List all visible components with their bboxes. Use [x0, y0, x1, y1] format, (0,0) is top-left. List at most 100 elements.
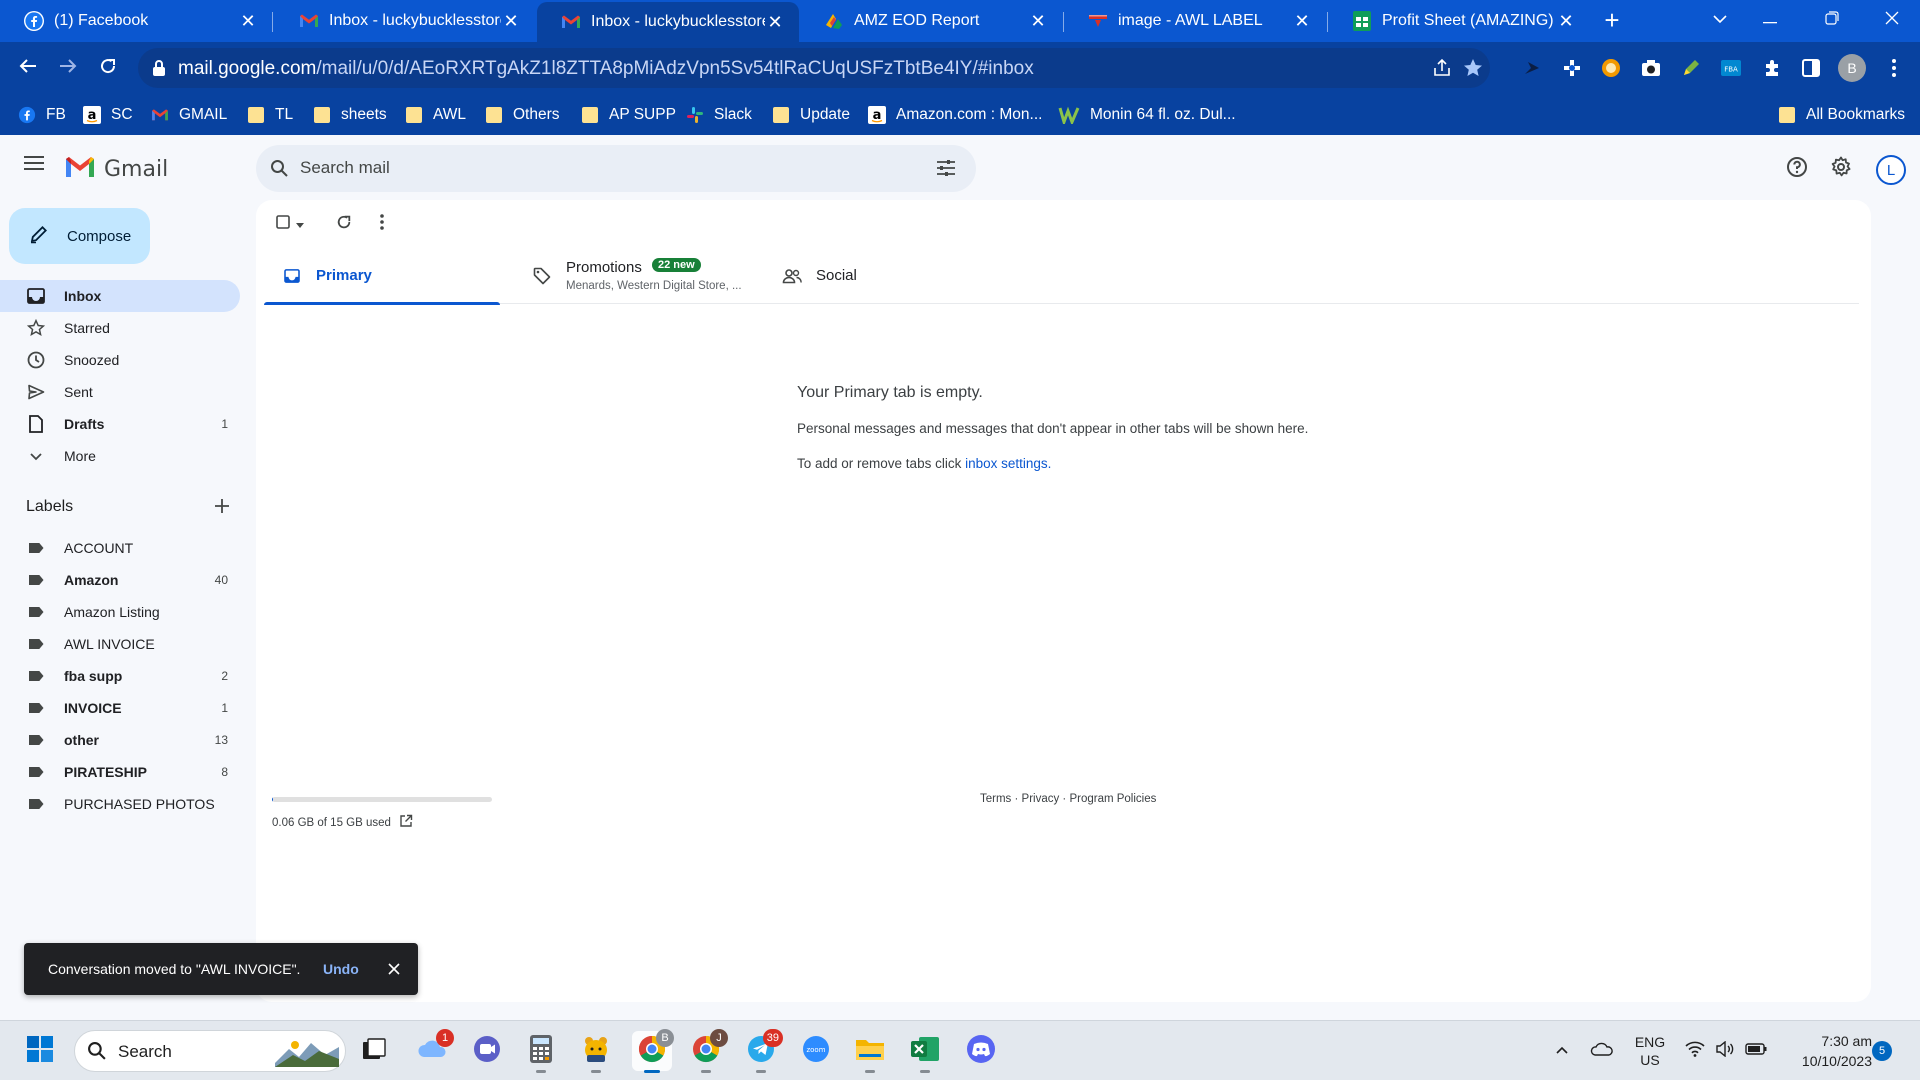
select-all-checkbox[interactable]	[272, 212, 308, 236]
close-icon[interactable]: ✕	[765, 12, 785, 32]
taskbar-excel[interactable]	[905, 1031, 945, 1073]
taskbar-calculator[interactable]	[521, 1031, 561, 1073]
search-bar[interactable]: Search mail	[256, 145, 976, 192]
footer-links[interactable]: Terms · Privacy · Program Policies	[980, 793, 1156, 805]
settings-button[interactable]	[1826, 154, 1856, 184]
taskbar-meet[interactable]	[467, 1031, 507, 1071]
nav-drafts[interactable]: Drafts 1	[0, 408, 240, 440]
close-icon[interactable]	[384, 959, 404, 979]
taskbar-zoom[interactable]: zoom	[796, 1031, 836, 1071]
label-pirateship[interactable]: PIRATESHIP 8	[0, 756, 240, 788]
undo-button[interactable]: Undo	[323, 961, 359, 977]
tab-primary[interactable]: Primary	[264, 246, 500, 305]
browser-tab-amz-eod[interactable]: AMZ EOD Report ✕	[800, 0, 1062, 42]
nav-starred[interactable]: Starred	[0, 312, 240, 344]
start-button[interactable]	[20, 1031, 60, 1071]
bookmark-item[interactable]: GMAIL	[151, 103, 227, 127]
label-amazon[interactable]: Amazon 40	[0, 564, 240, 596]
extension-orange-icon[interactable]	[1599, 56, 1623, 80]
close-icon[interactable]: ✕	[238, 11, 258, 31]
taskbar-weather[interactable]: 1	[412, 1029, 454, 1071]
taskbar-discord[interactable]	[961, 1031, 1001, 1071]
tab-search-button[interactable]	[1698, 0, 1742, 40]
label-awl-invoice[interactable]: AWL INVOICE	[0, 628, 240, 660]
bookmark-item[interactable]: Monin 64 fl. oz. Dul...	[1058, 103, 1236, 127]
google-account-avatar[interactable]: L	[1876, 155, 1906, 185]
close-icon[interactable]: ✕	[1292, 11, 1312, 31]
storage-usage[interactable]: 0.06 GB of 15 GB used	[272, 814, 413, 831]
bookmark-folder[interactable]: sheets	[313, 103, 387, 127]
nav-more[interactable]: More	[0, 440, 240, 472]
refresh-button[interactable]	[332, 212, 356, 236]
bookmark-folder[interactable]: Update	[772, 103, 850, 127]
taskbar-chrome-j[interactable]: J	[686, 1029, 728, 1073]
inbox-settings-link[interactable]: inbox settings	[965, 456, 1048, 471]
bookmark-item[interactable]: a Amazon.com : Mon...	[868, 103, 1042, 127]
label-amazon-listing[interactable]: Amazon Listing	[0, 596, 240, 628]
search-input[interactable]: Search mail	[300, 158, 390, 178]
back-button[interactable]	[12, 52, 44, 84]
extension-camera-icon[interactable]	[1639, 56, 1663, 80]
search-options-icon[interactable]	[936, 159, 956, 182]
notification-center-badge[interactable]: 5	[1872, 1041, 1892, 1061]
nav-inbox[interactable]: Inbox	[0, 280, 240, 312]
close-icon[interactable]: ✕	[1028, 11, 1048, 31]
bookmark-item[interactable]: Slack	[686, 103, 752, 127]
extension-pen-icon[interactable]	[1679, 56, 1703, 80]
compose-button[interactable]: Compose	[9, 208, 150, 264]
share-icon[interactable]	[1432, 58, 1452, 83]
bookmark-star-icon[interactable]	[1462, 57, 1484, 84]
browser-menu-icon[interactable]	[1882, 56, 1906, 80]
forward-button[interactable]	[52, 52, 84, 84]
taskbar-chrome-b[interactable]: B	[632, 1029, 674, 1073]
taskbar-file-explorer[interactable]	[850, 1031, 890, 1073]
extension-puzzle-small-icon[interactable]	[1560, 56, 1584, 80]
bookmark-item[interactable]: FB	[18, 103, 66, 127]
browser-tab-gmail-1[interactable]: Inbox - luckybucklesstore@ ✕	[275, 0, 535, 42]
browser-tab-profit-sheet[interactable]: Profit Sheet (AMAZING) - ( ✕	[1328, 0, 1590, 42]
nav-snoozed[interactable]: Snoozed	[0, 344, 240, 376]
taskbar-app-bear[interactable]	[576, 1031, 616, 1073]
create-label-button[interactable]	[212, 498, 232, 518]
label-purchased-photos[interactable]: PURCHASED PHOTOS	[0, 788, 240, 820]
label-account[interactable]: ACCOUNT	[0, 532, 240, 564]
profile-avatar[interactable]: B	[1838, 54, 1866, 82]
gmail-logo[interactable]: Gmail	[64, 155, 168, 184]
reload-button[interactable]	[92, 52, 124, 84]
bookmark-folder[interactable]: TL	[247, 103, 293, 127]
minimize-button[interactable]	[1748, 0, 1792, 40]
browser-tab-facebook[interactable]: (1) Facebook ✕	[0, 0, 272, 42]
side-panel-icon[interactable]	[1799, 56, 1823, 80]
address-bar[interactable]: mail.google.com/mail/u/0/d/AEoRXRTgAkZ1l…	[138, 48, 1490, 88]
language-indicator[interactable]: ENG US	[1620, 1033, 1680, 1069]
taskbar-telegram[interactable]: 39	[741, 1029, 783, 1073]
taskbar-task-view[interactable]	[354, 1031, 394, 1071]
close-icon[interactable]: ✕	[501, 11, 521, 31]
label-invoice[interactable]: INVOICE 1	[0, 692, 240, 724]
onedrive-button[interactable]	[1582, 1031, 1622, 1071]
bookmark-folder[interactable]: AWL	[405, 103, 466, 127]
close-window-button[interactable]	[1870, 0, 1914, 40]
bookmark-item[interactable]: a SC	[83, 103, 133, 127]
tab-social[interactable]: Social	[764, 246, 1000, 304]
browser-tab-gmail-active[interactable]: Inbox - luckybucklesstore@ ✕	[537, 2, 799, 42]
nav-sent[interactable]: Sent	[0, 376, 240, 408]
help-button[interactable]	[1782, 154, 1812, 184]
label-fba-supp[interactable]: fba supp 2	[0, 660, 240, 692]
quick-settings-button[interactable]	[1676, 1031, 1776, 1071]
label-other[interactable]: other 13	[0, 724, 240, 756]
taskbar-search[interactable]: Search	[74, 1030, 346, 1072]
extensions-puzzle-icon[interactable]	[1760, 56, 1784, 80]
show-hidden-icons-button[interactable]	[1542, 1031, 1582, 1071]
browser-tab-awl-label[interactable]: image - AWL LABEL ✕	[1064, 0, 1326, 42]
bookmark-folder[interactable]: AP SUPP	[581, 103, 676, 127]
lock-icon[interactable]	[152, 59, 166, 82]
extension-fba-icon[interactable]: FBA	[1719, 56, 1743, 80]
new-tab-button[interactable]: +	[1590, 0, 1634, 40]
restore-button[interactable]	[1810, 0, 1854, 40]
taskbar-clock[interactable]: 7:30 am 10/10/2023	[1776, 1031, 1872, 1071]
extension-arrow-icon[interactable]	[1520, 56, 1544, 80]
main-menu-button[interactable]	[24, 155, 50, 181]
close-icon[interactable]: ✕	[1556, 11, 1576, 31]
tab-promotions[interactable]: Promotions 22 new Menards, Western Digit…	[514, 246, 750, 304]
